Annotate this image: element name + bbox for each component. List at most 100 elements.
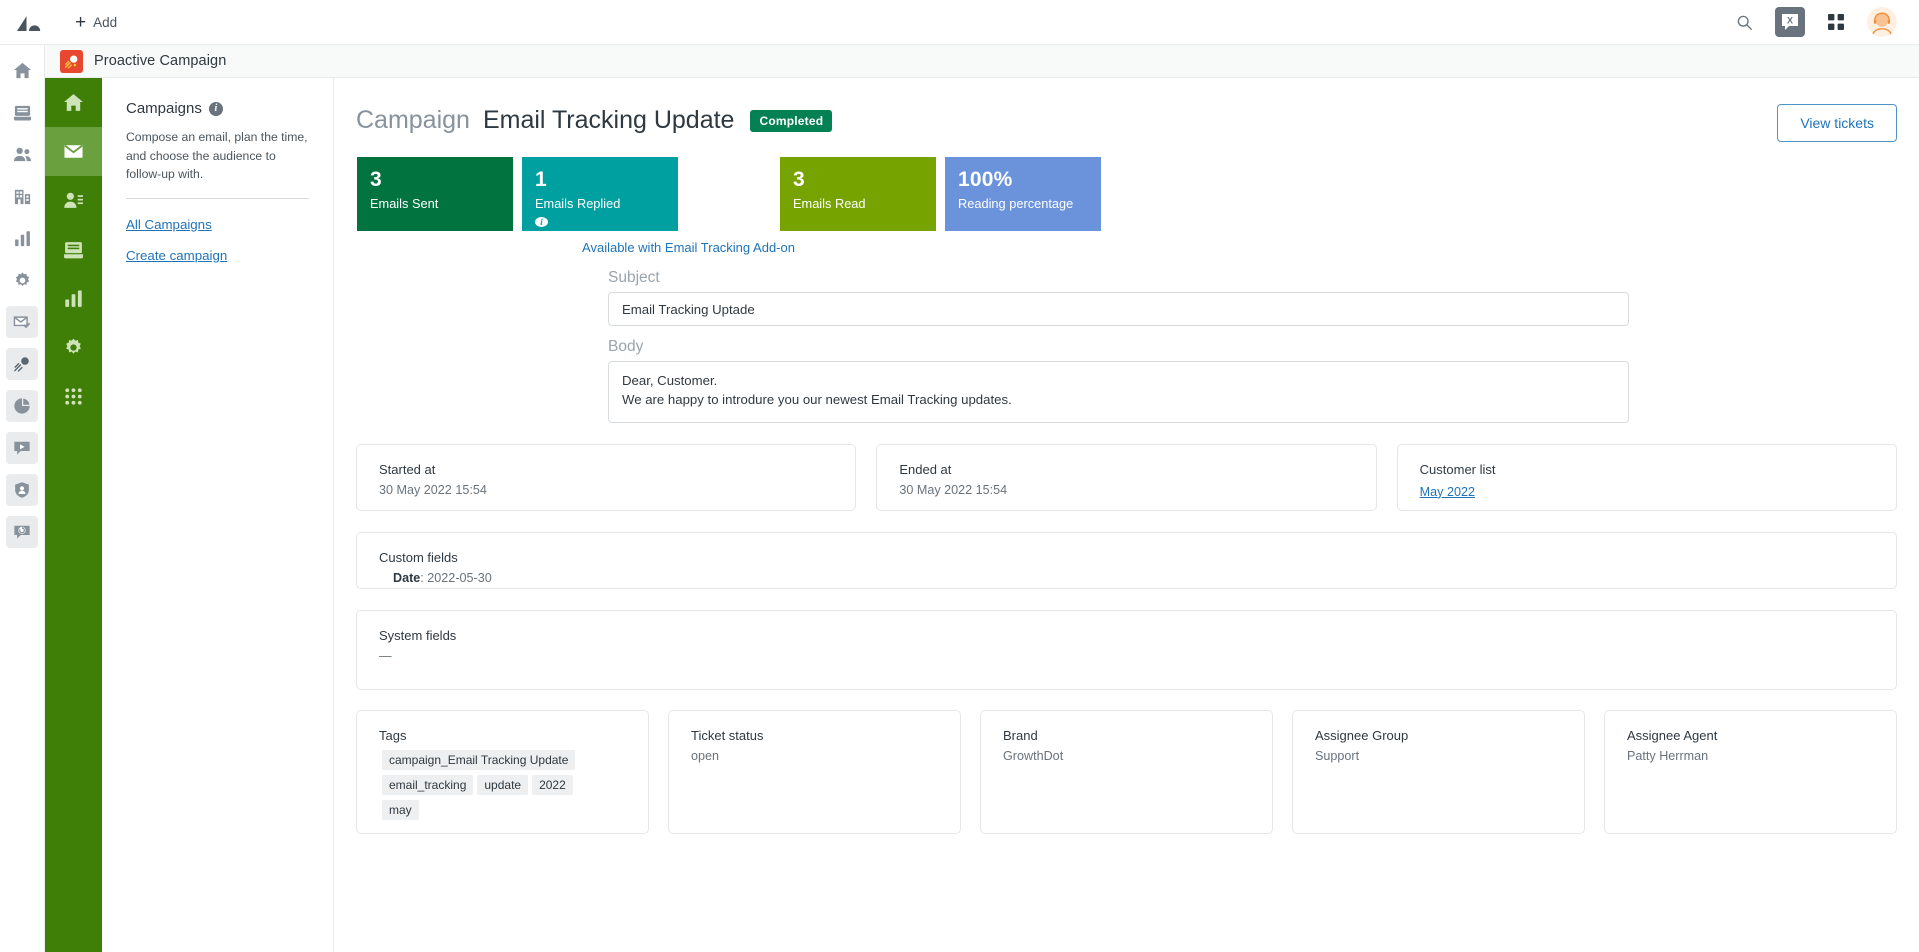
tag-chip: campaign_Email Tracking Update	[382, 749, 576, 770]
main-column: Proactive Campaign Campaigns i Compose a…	[45, 45, 1919, 952]
green-apps-icon[interactable]	[45, 372, 102, 421]
stat-label: Emails Sent	[370, 195, 439, 211]
page-title-row: Campaign Email Tracking Update Completed	[356, 106, 1897, 135]
all-campaigns-link[interactable]: All Campaigns	[126, 217, 309, 232]
custom-field-key: Date	[393, 570, 421, 585]
create-campaign-link[interactable]: Create campaign	[126, 248, 309, 263]
card-title: System fields	[379, 627, 457, 643]
campaigns-panel-title-text: Campaigns	[126, 100, 202, 117]
card-title: Brand	[1003, 727, 1038, 743]
meta-cards-row: Started at 30 May 2022 15:54 Ended at 30…	[356, 443, 1897, 511]
system-fields-row: System fields —	[356, 609, 1897, 690]
views-icon[interactable]	[6, 96, 38, 128]
assignee-group-card: Assignee Group Support	[1292, 709, 1585, 834]
proactive-campaign-icon[interactable]	[6, 348, 38, 380]
add-button[interactable]: + Add	[67, 9, 125, 36]
tag-chip: email_tracking	[382, 774, 474, 795]
stat-label: Emails Replied	[535, 195, 621, 211]
subject-label: Subject	[608, 269, 660, 286]
info-icon[interactable]: i	[208, 101, 223, 116]
avatar[interactable]	[1867, 7, 1897, 37]
system-fields-value: —	[379, 648, 392, 663]
custom-field-value: 2022-05-30	[427, 570, 492, 585]
subject-input[interactable]: Email Tracking Uptade	[608, 292, 1629, 326]
organizations-icon[interactable]	[6, 180, 38, 212]
green-settings-icon[interactable]	[45, 323, 102, 372]
customer-list-card: Customer list May 2022	[1396, 443, 1897, 511]
ticket-share-icon[interactable]	[6, 516, 38, 548]
home-icon[interactable]	[6, 54, 38, 86]
card-title: Customer list	[1419, 461, 1496, 477]
top-bar-actions: X	[1729, 7, 1919, 37]
gear-icon[interactable]	[6, 264, 38, 296]
card-value: GrowthDot	[1003, 748, 1064, 763]
body-line-2: We are happy to introdure you our newest…	[622, 392, 1012, 408]
green-home-icon[interactable]	[45, 78, 102, 127]
form-spacer	[608, 326, 1629, 338]
campaign-form: Subject Email Tracking Uptade Body Dear,…	[356, 269, 1897, 423]
green-reports-icon[interactable]	[45, 274, 102, 323]
ticket-status-card: Ticket status open	[668, 709, 961, 834]
tags-list: campaign_Email Tracking Update email_tra…	[379, 749, 626, 825]
stat-value: 3	[793, 168, 805, 191]
plus-icon: +	[75, 11, 87, 33]
green-customer-lists-icon[interactable]	[45, 176, 102, 225]
card-title: Assignee Group	[1315, 727, 1409, 743]
card-title: Started at	[379, 461, 436, 477]
apps-bubble-icon: X	[1782, 14, 1798, 30]
info-icon[interactable]: i	[535, 217, 548, 228]
green-templates-icon[interactable]	[45, 225, 102, 274]
proactive-campaign-logo	[60, 49, 83, 73]
campaigns-panel-description: Compose an email, plan the time, and cho…	[126, 130, 308, 182]
main-content: Campaign Email Tracking Update Completed…	[334, 78, 1919, 952]
stat-value: 1	[535, 168, 547, 191]
page-title: Email Tracking Update	[482, 106, 735, 134]
apps-tile-icon[interactable]: X	[1775, 7, 1805, 37]
tag-chip: 2022	[532, 774, 573, 795]
stat-label: Reading percentage	[958, 195, 1074, 211]
app-root: + Add X Proactive Campaign Campaigns i C…	[0, 0, 1919, 952]
custom-field-entry: Date: 2022-05-30	[393, 570, 492, 585]
body-line-1: Dear, Customer.	[622, 373, 718, 388]
customer-list-link[interactable]: May 2022	[1420, 485, 1475, 499]
product-header: Proactive Campaign	[45, 45, 1919, 78]
stat-card-emails-read: 3 Emails Read	[780, 157, 936, 231]
started-at-card: Started at 30 May 2022 15:54	[356, 443, 857, 511]
customers-icon[interactable]	[6, 138, 38, 170]
card-title: Custom fields	[379, 549, 458, 565]
view-tickets-button[interactable]: View tickets	[1777, 104, 1897, 142]
grid-icon[interactable]	[1821, 7, 1851, 37]
system-fields-card: System fields —	[356, 609, 1897, 690]
pie-chart-icon[interactable]	[6, 390, 38, 422]
card-value: Patty Herrman	[1627, 748, 1709, 763]
email-tracking-icon[interactable]	[6, 306, 38, 338]
content-row: Campaigns i Compose an email, plan the t…	[45, 78, 1919, 952]
stat-value: 3	[370, 168, 382, 191]
breadcrumb: Campaign	[356, 106, 470, 134]
stat-label: Emails Read	[793, 195, 866, 211]
card-value: Support	[1315, 748, 1360, 763]
custom-fields-row: Custom fields Date: 2022-05-30	[356, 531, 1897, 589]
card-value: open	[691, 748, 720, 763]
stat-value: 100%	[958, 168, 1013, 191]
shield-user-icon[interactable]	[6, 474, 38, 506]
top-bar: + Add X	[0, 0, 1919, 45]
campaigns-panel-title: Campaigns i	[126, 100, 309, 117]
campaigns-info-panel: Campaigns i Compose an email, plan the t…	[102, 78, 334, 952]
addon-note-link[interactable]: Available with Email Tracking Add-on	[356, 240, 1021, 255]
svg-text:X: X	[1787, 16, 1793, 26]
reporting-icon[interactable]	[6, 222, 38, 254]
card-value: 30 May 2022 15:54	[899, 482, 1008, 497]
video-reply-icon[interactable]	[6, 432, 38, 464]
panel-divider	[126, 197, 309, 199]
card-title: Ended at	[899, 461, 952, 477]
zendesk-logo-wrap[interactable]	[0, 12, 57, 32]
search-icon[interactable]	[1729, 7, 1759, 37]
status-badge: Completed	[750, 109, 833, 132]
green-campaigns-icon[interactable]	[45, 127, 102, 176]
ended-at-card: Ended at 30 May 2022 15:54	[876, 443, 1377, 511]
body-input[interactable]: Dear, Customer. We are happy to introdur…	[608, 361, 1629, 423]
left-nav-rail	[0, 45, 45, 952]
card-title: Assignee Agent	[1627, 727, 1718, 743]
card-value: 30 May 2022 15:54	[379, 482, 487, 497]
